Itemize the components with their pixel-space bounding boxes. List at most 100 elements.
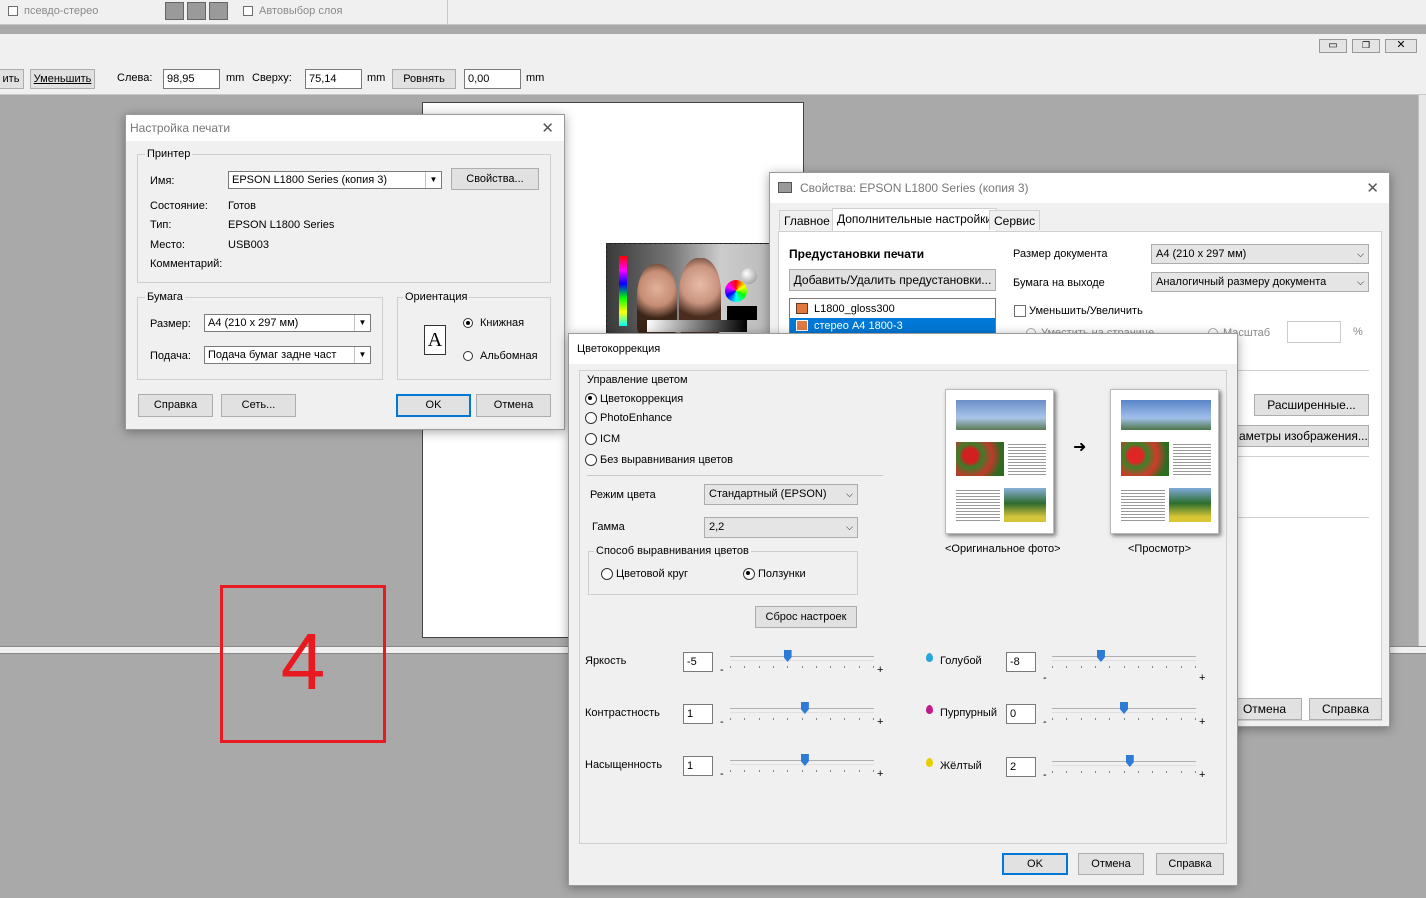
enlarge-button[interactable]: ить [0,69,24,89]
close-icon[interactable]: ✕ [1366,179,1379,197]
close-icon[interactable]: ✕ [541,119,554,137]
icm-radio[interactable] [585,433,597,446]
paper-source-select[interactable]: Подача бумаг задне част ▼ [204,346,371,364]
cyan-label: Голубой [940,655,982,667]
slider-tick [1166,771,1168,773]
list-item[interactable]: стерео A4 1800-3 [790,318,995,333]
tab-advanced[interactable]: Дополнительные настройки [832,208,998,231]
print-setup-dialog: Настройка печати ✕ Принтер Имя: EPSON L1… [125,114,565,430]
image-params-button[interactable]: аметры изображения... [1236,425,1369,447]
chevron-down-icon: ▼ [425,172,441,188]
align-button[interactable]: Ровнять [392,69,456,89]
slider-tick [830,666,832,668]
cyan-input[interactable]: -8 [1006,652,1036,672]
yellow-slider[interactable] [1052,755,1196,775]
percent-label: % [1353,326,1363,338]
ok-button[interactable]: OK [396,394,471,417]
restore-icon[interactable]: ❐ [1352,39,1380,53]
color-mode-value: Стандартный (EPSON) [709,488,827,500]
saturation-input[interactable]: 1 [683,756,713,776]
tab-service[interactable]: Сервис [989,210,1041,230]
slider-track [730,656,874,661]
close-icon[interactable]: ✕ [1385,39,1417,53]
pseudo-stereo-checkbox[interactable] [8,6,18,16]
slider-tick [1152,718,1154,720]
slider-tick [1080,718,1082,720]
cancel-button[interactable]: Отмена [476,394,551,417]
name-label: Имя: [150,175,175,187]
slider-tick [1195,771,1196,773]
paper-size-select[interactable]: A4 (210 x 297 мм) ▼ [204,314,371,332]
gamma-label: Гамма [592,521,625,533]
slider-tick [1066,666,1068,668]
app-window-titlebar: ▭ ❐ ✕ [0,34,1426,64]
magenta-input[interactable]: 0 [1006,704,1036,724]
paper-group-label: Бумага [145,291,185,303]
yellow-input[interactable]: 2 [1006,757,1036,777]
paper-size-value: A4 (210 x 297 мм) [208,317,299,329]
cancel-button[interactable]: Отмена [1227,698,1302,720]
printer-name-select[interactable]: EPSON L1800 Series (копия 3) ▼ [228,171,442,189]
extra-input[interactable]: 0,00 [464,69,521,89]
minus-label: - [1043,769,1047,781]
divider [1237,370,1369,371]
contrast-input[interactable]: 1 [683,704,713,724]
help-button[interactable]: Справка [138,394,213,417]
original-photo-thumbnail [945,389,1054,534]
properties-button[interactable]: Свойства... [451,168,539,190]
help-button[interactable]: Справка [1156,853,1224,875]
gamma-select[interactable]: 2,2 ⌵ [704,517,858,538]
dialog-titlebar: Настройка печати ✕ [126,115,564,141]
contrast-slider[interactable] [730,702,874,722]
plus-label: + [877,768,884,780]
doc-size-select[interactable]: A4 (210 x 297 мм) ⌵ [1151,244,1369,264]
color-mode-select[interactable]: Стандартный (EPSON) ⌵ [704,484,858,505]
add-remove-presets-button[interactable]: Добавить/Удалить предустановки... [789,269,996,291]
network-button[interactable]: Сеть... [221,394,296,417]
minimize-icon[interactable]: ▭ [1319,39,1347,53]
top-input[interactable]: 75,14 [305,69,362,89]
slider-tick [815,718,817,720]
left-input[interactable]: 98,95 [163,69,220,89]
saturation-slider[interactable] [730,754,874,774]
output-paper-value: Аналогичный размеру документа [1156,276,1327,288]
brightness-input[interactable]: -5 [683,652,713,672]
cancel-button[interactable]: Отмена [1078,853,1144,875]
reduce-enlarge-checkbox[interactable] [1014,305,1026,317]
output-paper-select[interactable]: Аналогичный размеру документа ⌵ [1151,272,1369,292]
tab-main[interactable]: Главное [779,210,835,230]
layout-button-3[interactable] [209,2,228,20]
reset-button[interactable]: Сброс настроек [755,606,857,628]
landscape-radio[interactable] [463,350,473,362]
scale-input[interactable] [1287,321,1341,343]
brightness-slider[interactable] [730,650,874,670]
slider-tick [744,666,746,668]
slider-tick [787,770,789,772]
layout-button-2[interactable] [187,2,206,20]
layout-button-1[interactable] [165,2,184,20]
chevron-down-icon: ⌵ [846,489,853,499]
list-item[interactable]: L1800_gloss300 [790,301,995,317]
slider-tick [744,770,746,772]
help-button[interactable]: Справка [1309,698,1382,720]
color-correction-radio[interactable] [585,393,597,406]
stereo-image[interactable] [606,243,770,335]
advanced-button[interactable]: Расширенные... [1254,394,1369,416]
vertical-scrollbar[interactable] [1418,95,1426,646]
reduce-button[interactable]: Уменьшить [30,69,95,89]
cyan-slider[interactable] [1052,650,1196,670]
slider-tick [1137,718,1139,720]
cyan-drop-icon [926,653,933,662]
color-circle-radio[interactable] [601,568,613,581]
ok-button[interactable]: OK [1002,853,1068,875]
photoenhance-radio[interactable] [585,412,597,425]
magenta-slider[interactable] [1052,702,1196,722]
sliders-radio[interactable] [743,568,755,581]
slider-tick [1166,666,1168,668]
slider-tick [1123,666,1125,668]
auto-layer-checkbox[interactable] [243,6,253,16]
dialog-title: Настройка печати [130,121,231,135]
slider-tick [815,666,817,668]
portrait-radio[interactable] [463,317,473,329]
no-color-adjust-radio[interactable] [585,454,597,467]
